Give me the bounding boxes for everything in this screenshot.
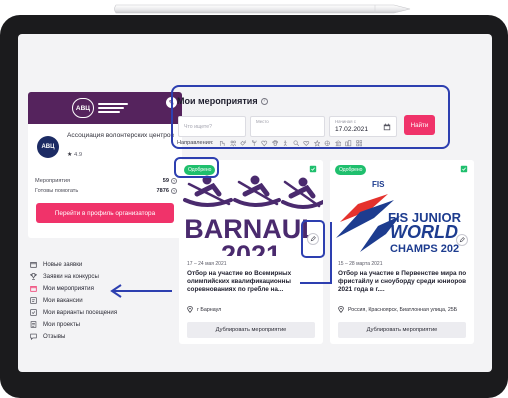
edit-pencil-icon[interactable] (307, 233, 319, 245)
fis-line-2: WORLD (390, 222, 458, 242)
duplicate-event-button[interactable]: Дублировать мероприятие (338, 322, 466, 338)
status-badge: Одобрено (184, 165, 216, 175)
place-field[interactable]: Место (250, 116, 325, 137)
calendar-icon (30, 286, 37, 292)
direction-star-icon[interactable] (313, 140, 321, 147)
vacancy-icon (30, 297, 37, 304)
direction-city-icon[interactable] (345, 140, 352, 147)
direction-history-icon[interactable] (334, 140, 342, 147)
organizer-rating: ★ 4.9 (67, 152, 83, 158)
barnaul-year: 2021 (221, 240, 281, 256)
sidebar-item-my-vacancies[interactable]: Мои вакансии (30, 295, 180, 307)
direction-accessibility-icon[interactable] (282, 140, 289, 147)
direction-health-icon[interactable] (261, 140, 268, 147)
bookmark-icon[interactable] (460, 165, 468, 173)
organizer-avatar: АВЦ (37, 136, 59, 158)
event-date: 17 – 24 мая 2021 (187, 261, 227, 267)
bookmark-icon[interactable] (309, 165, 317, 173)
calendar-icon (30, 262, 37, 269)
sidebar-item-my-events[interactable]: Мои мероприятия (30, 283, 180, 295)
direction-search-icon[interactable] (293, 140, 300, 147)
stat-events: Мероприятия 59? (35, 178, 177, 184)
banner-logo: АВЦ (72, 98, 94, 118)
status-badge: Одобрено (335, 165, 367, 175)
directions-filter: Направления: (177, 140, 363, 147)
organizer-banner: АВЦ ✎ (28, 92, 182, 124)
direction-animals-icon[interactable] (272, 140, 279, 147)
event-title[interactable]: Отбор на участие во Всемирных олимпийски… (187, 270, 317, 294)
search-query-field[interactable]: Что ищете? (178, 116, 246, 137)
stylus-pencil (114, 4, 411, 14)
event-date: 15 – 28 марта 2021 (338, 261, 383, 267)
direction-heart-icon[interactable] (303, 140, 310, 147)
sidebar-item-reviews[interactable]: Отзывы (30, 330, 180, 342)
event-location: Россия, Красноярск, Биатлонная улица, 25… (338, 306, 470, 313)
sidebar-item-new-requests[interactable]: Новые заявки (30, 259, 180, 271)
duplicate-event-button[interactable]: Дублировать мероприятие (187, 322, 315, 338)
direction-sport-icon[interactable] (324, 140, 331, 147)
sidebar-item-my-projects[interactable]: Мои проекты (30, 318, 180, 330)
go-to-profile-button[interactable]: Перейти в профиль организатора (36, 203, 174, 223)
location-pin-icon (187, 306, 193, 313)
date-field[interactable]: Начиная с 17.02.2021 (329, 116, 397, 137)
organizer-card: АВЦ ✎ АВЦ Ассоциация волонтерских центро… (28, 92, 182, 238)
location-pin-icon (338, 306, 344, 313)
event-title[interactable]: Отбор на участие в Первенстве мира по фр… (338, 270, 468, 294)
sidebar-item-visit-options[interactable]: Мои варианты посещения (30, 307, 180, 319)
direction-grid-icon[interactable] (356, 140, 363, 147)
trophy-icon (30, 273, 37, 280)
help-icon[interactable]: ? (171, 178, 177, 184)
direction-people-icon[interactable] (230, 140, 237, 147)
sidebar-menu: Новые заявки Заявки на конкурсы Мои меро… (30, 259, 180, 342)
organizer-name: Ассоциация волонтерских центров (67, 132, 175, 139)
page-title: Мои мероприятия (177, 96, 258, 106)
help-icon[interactable]: ? (260, 97, 268, 105)
event-card[interactable]: FIS FIS JUNIOR WORLD CHAMPS 202 Одобрено… (330, 160, 474, 344)
calendar-icon[interactable] (383, 123, 391, 131)
event-image: BARNAUL 2021 Одобрено (179, 160, 323, 270)
app-screen: АВЦ ✎ АВЦ Ассоциация волонтерских центро… (18, 34, 492, 372)
document-icon (30, 321, 37, 328)
star-icon: ★ (67, 152, 73, 158)
direction-eco-icon[interactable] (251, 140, 258, 147)
help-icon[interactable]: ? (171, 188, 177, 194)
events-header: Мои мероприятия ? (177, 96, 268, 106)
event-card[interactable]: BARNAUL 2021 Одобрено 17 – 24 мая 2021 О… (179, 160, 323, 344)
checkbox-icon (30, 309, 37, 316)
edit-banner-icon[interactable]: ✎ (166, 97, 177, 108)
find-button[interactable]: Найти (404, 115, 435, 135)
stat-helpers: Готовы помогать 7876? (35, 188, 177, 194)
direction-sport-icon[interactable] (219, 140, 226, 147)
event-image: FIS FIS JUNIOR WORLD CHAMPS 202 Одобрено (330, 160, 474, 256)
fis-line-3: CHAMPS 202 (390, 243, 459, 255)
event-location: г Барнаул (187, 306, 319, 313)
edit-pencil-icon[interactable] (456, 234, 468, 246)
sidebar-item-contest-requests[interactable]: Заявки на конкурсы (30, 271, 180, 283)
chat-icon (30, 333, 37, 340)
fis-brand: FIS (372, 180, 385, 189)
direction-handshake-icon[interactable] (240, 140, 247, 147)
